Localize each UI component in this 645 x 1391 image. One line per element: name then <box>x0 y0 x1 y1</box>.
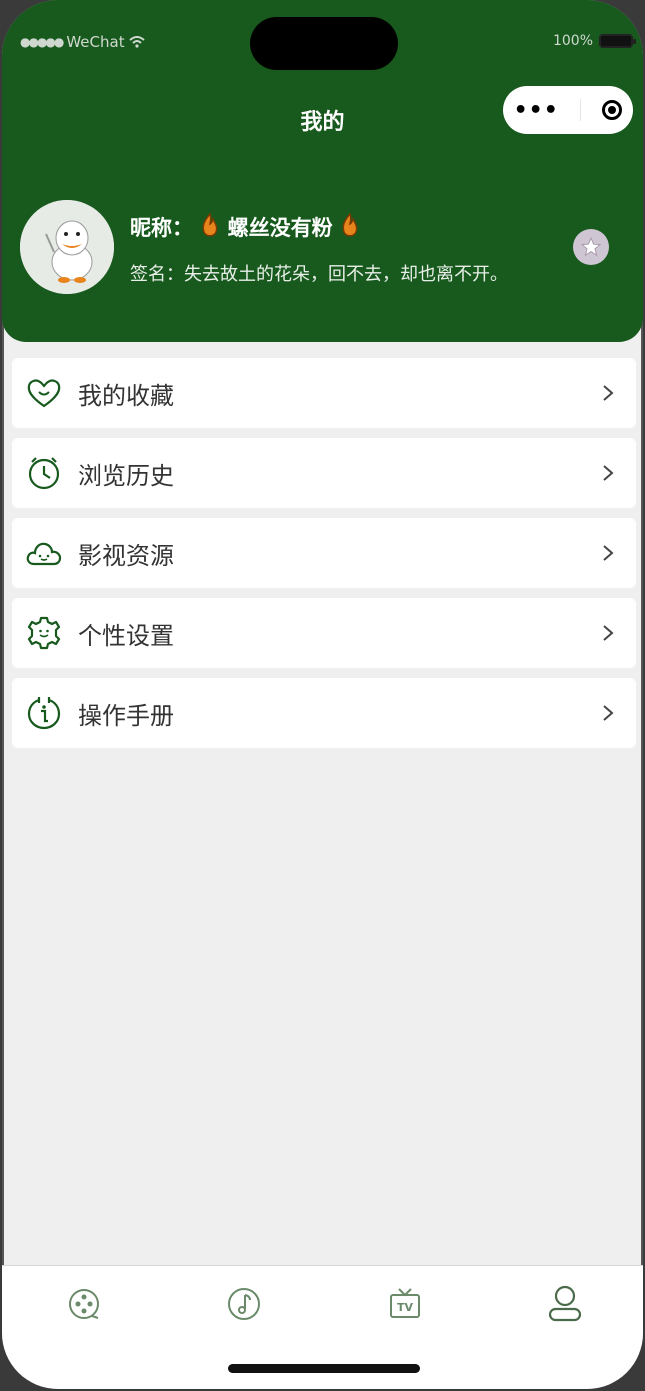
status-bar-right: 100% <box>552 33 636 49</box>
star-icon <box>580 236 602 257</box>
avatar[interactable] <box>20 200 114 294</box>
duck-avatar-icon <box>20 200 114 294</box>
film-reel-icon <box>69 1289 99 1319</box>
mini-program-capsule: ••• <box>503 86 633 134</box>
tab-profile[interactable] <box>545 1284 585 1324</box>
heart-smile-icon <box>26 375 62 411</box>
user-icon <box>548 1285 582 1322</box>
signature: 签名：失去故土的花朵，回不去，却也离不开。 <box>130 264 508 285</box>
phone-screen: ●●●●● WeChat 100% 我的 ••• 昵称： 螺丝没有粉 签名：失去… <box>2 0 643 1389</box>
menu-label: 浏览历史 <box>78 461 174 490</box>
menu-item-settings[interactable]: 个性设置 <box>12 598 636 668</box>
clock-icon <box>26 455 62 491</box>
menu-label: 我的收藏 <box>78 381 174 410</box>
menu-item-resources[interactable]: 影视资源 <box>12 518 636 588</box>
chevron-right-icon <box>603 385 614 401</box>
signal-icon: ●●●●● <box>20 35 64 49</box>
menu-label: 操作手册 <box>78 701 174 730</box>
nickname: 昵称： 螺丝没有粉 <box>130 212 360 242</box>
nickname-label: 昵称： <box>130 216 193 240</box>
wifi-icon <box>128 36 145 48</box>
chevron-right-icon <box>603 705 614 721</box>
battery-icon <box>599 34 636 48</box>
chevron-right-icon <box>603 465 614 481</box>
chevron-right-icon <box>603 625 614 641</box>
ellipsis-icon[interactable]: ••• <box>514 98 559 123</box>
menu-label: 个性设置 <box>78 621 174 650</box>
home-indicator <box>228 1364 420 1373</box>
dynamic-island <box>250 17 398 70</box>
chevron-right-icon <box>603 545 614 561</box>
menu-item-history[interactable]: 浏览历史 <box>12 438 636 508</box>
battery-percent: 100% <box>552 33 593 49</box>
flame-icon <box>342 212 358 237</box>
menu-label: 影视资源 <box>78 541 174 570</box>
carrier-label: WeChat <box>66 33 125 51</box>
nickname-value: 螺丝没有粉 <box>227 216 333 240</box>
gear-icon <box>26 615 62 651</box>
status-bar-left: ●●●●● WeChat <box>20 33 145 51</box>
menu-item-manual[interactable]: 操作手册 <box>12 678 636 748</box>
capsule-divider <box>580 99 582 121</box>
flame-icon <box>202 212 218 237</box>
menu-item-favorites[interactable]: 我的收藏 <box>12 358 636 428</box>
star-badge-icon[interactable] <box>573 229 609 265</box>
tv-icon: TV <box>390 1288 420 1318</box>
info-icon <box>26 695 62 731</box>
menu-list: 我的收藏 浏览历史 影视资源 个性设置 操作手册 <box>12 358 636 758</box>
profile-header: ●●●●● WeChat 100% 我的 ••• 昵称： 螺丝没有粉 签名：失去… <box>2 0 643 342</box>
tab-film[interactable] <box>64 1284 104 1324</box>
target-icon[interactable] <box>602 100 623 120</box>
cloud-icon <box>26 535 62 571</box>
music-note-icon <box>228 1288 260 1320</box>
svg-text:TV: TV <box>397 1301 414 1314</box>
tab-music[interactable] <box>224 1284 264 1324</box>
tab-tv[interactable]: TV <box>385 1284 425 1324</box>
